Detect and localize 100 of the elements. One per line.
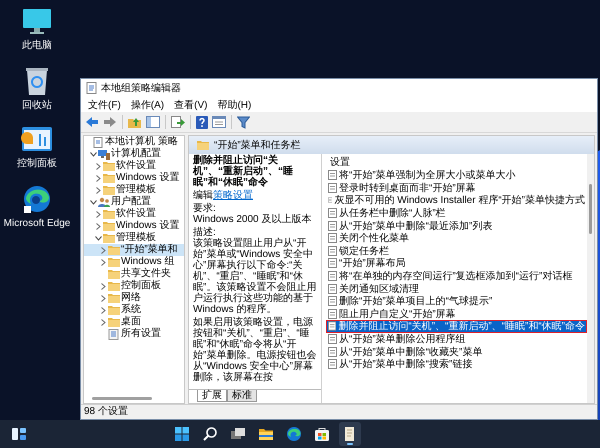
tree-item[interactable]: 管理模板 xyxy=(84,184,184,196)
setting-row[interactable]: 删除“开始”菜单项目上的“气球提示” xyxy=(326,294,587,308)
chevron-right-icon[interactable] xyxy=(101,258,106,266)
menu-item[interactable]: 帮助(H) xyxy=(212,97,256,112)
view-tab[interactable]: 扩展 xyxy=(197,390,227,402)
menu-item[interactable]: 查看(V) xyxy=(169,97,212,112)
tree-item[interactable]: Windows 设置 xyxy=(84,172,184,184)
filter-icon xyxy=(237,116,250,128)
desktop-icon-label[interactable]: Microsoft Edge xyxy=(2,218,72,230)
setting-row[interactable]: 从“开始”菜单删除公用程序组 xyxy=(326,332,587,346)
chevron-right-icon[interactable] xyxy=(96,210,101,218)
status-text: 98 个设置 xyxy=(84,406,128,417)
chevron-right-icon[interactable] xyxy=(101,318,106,326)
chevron-right-icon[interactable] xyxy=(101,306,106,314)
tree-item[interactable]: 所有设置 xyxy=(84,328,184,340)
edge-icon[interactable] xyxy=(286,426,302,442)
chevron-right-icon[interactable] xyxy=(101,294,106,302)
edit-text: 编辑策略设置 xyxy=(193,190,254,201)
tree-item[interactable]: Windows 组 xyxy=(84,256,184,268)
setting-row[interactable]: 锁定任务栏 xyxy=(326,244,587,258)
taskbar-button[interactable] xyxy=(339,422,361,446)
chevron-down-icon[interactable] xyxy=(95,236,102,240)
tree-item[interactable]: 控制面板 xyxy=(84,280,184,292)
menu-item[interactable]: 文件(F) xyxy=(83,97,126,112)
tree-item[interactable]: 共享文件夹 xyxy=(84,268,184,280)
tree-item[interactable]: Windows 设置 xyxy=(84,220,184,232)
chevron-right-icon[interactable] xyxy=(101,282,106,290)
monitor-icon[interactable] xyxy=(22,8,52,36)
pane-icon xyxy=(146,116,160,128)
pane-button[interactable] xyxy=(145,113,161,131)
folder-icon xyxy=(103,233,115,243)
store-icon[interactable] xyxy=(314,426,330,442)
setting-row[interactable]: 阻止用户自定义“开始”屏幕 xyxy=(326,308,587,320)
export-button[interactable] xyxy=(170,113,186,131)
search-icon[interactable] xyxy=(202,426,218,442)
tree-item[interactable]: 系统 xyxy=(84,304,184,316)
policy-icon xyxy=(328,208,337,218)
folder-icon xyxy=(108,257,120,267)
task-view-icon[interactable] xyxy=(230,426,246,442)
setting-row[interactable]: 关闭个性化菜单 xyxy=(326,232,587,245)
horizontal-scrollbar[interactable] xyxy=(92,397,152,400)
chevron-down-icon[interactable] xyxy=(90,152,97,156)
setting-row[interactable]: 删除并阻止访问“关机”、“重新启动”、“睡眠”和“休眠”命令 xyxy=(326,320,587,333)
policy-icon xyxy=(328,220,337,231)
tree-item[interactable]: 用户配置 xyxy=(84,196,184,208)
widgets-icon[interactable] xyxy=(11,426,27,442)
desktop-icon-label[interactable]: 控制面板 xyxy=(2,158,72,170)
folder-icon xyxy=(108,269,120,279)
chevron-right-icon[interactable] xyxy=(101,246,106,254)
tree-item[interactable]: 计算机配置 xyxy=(84,148,184,160)
help-button[interactable] xyxy=(195,113,209,131)
edge-icon[interactable] xyxy=(22,184,52,214)
document-icon xyxy=(86,82,97,94)
description-text: 如果启用该策略设置，电源按钮和“关机”、“重启”、“睡眠”和“休眠”命令将从“开始”菜单删除。电源按钮也会从“Windows 安全中心”屏幕删除，该屏幕在按 xyxy=(193,317,317,383)
tree-item[interactable]: 本地计算机 策略 xyxy=(84,136,184,148)
menu-item[interactable]: 操作(A) xyxy=(126,97,170,112)
policy-icon xyxy=(328,258,337,268)
tree-item[interactable]: 管理模板 xyxy=(84,232,184,244)
desktop-icon-label[interactable]: 回收站 xyxy=(2,100,72,112)
policy-icon xyxy=(328,233,337,244)
policy-settings-link[interactable]: 策略设置 xyxy=(213,190,253,201)
setting-row[interactable]: 从“开始”菜单中删除“收藏夹”菜单 xyxy=(326,345,587,358)
folder-icon[interactable] xyxy=(258,426,274,442)
setting-row[interactable]: “开始”屏幕布局 xyxy=(326,257,587,270)
chevron-right-icon[interactable] xyxy=(96,174,101,182)
policy-icon xyxy=(328,308,337,319)
setting-row[interactable]: 从“开始”菜单中删除“最近添加”列表 xyxy=(326,219,587,232)
setting-row[interactable]: 从“开始”菜单中删除“搜索”链接 xyxy=(326,358,587,370)
properties-icon xyxy=(212,116,226,128)
tree-item[interactable]: “开始”菜单和 xyxy=(84,244,184,256)
folder-title: “开始”菜单和任务栏 xyxy=(214,138,301,152)
tree-item[interactable]: 桌面 xyxy=(84,316,184,328)
view-tab[interactable]: 标准 xyxy=(227,390,257,402)
setting-row[interactable]: 将“开始”菜单强制为全屏大小或菜单大小 xyxy=(326,169,587,182)
desktop-icon-label[interactable]: 此电脑 xyxy=(2,40,72,52)
vertical-scrollbar[interactable] xyxy=(587,154,594,403)
policy-icon xyxy=(328,346,337,357)
tree-item[interactable]: 软件设置 xyxy=(84,160,184,172)
chevron-down-icon[interactable] xyxy=(90,200,97,204)
setting-row[interactable]: 关闭通知区域清理 xyxy=(326,282,587,295)
setting-row[interactable]: 灰显不可用的 Windows Installer 程序“开始”菜单快捷方式 xyxy=(326,194,587,207)
chevron-right-icon[interactable] xyxy=(96,186,101,194)
setting-row[interactable]: 从任务栏中删除“人脉”栏 xyxy=(326,206,587,220)
policy-icon xyxy=(328,182,337,193)
column-header: 设置 xyxy=(329,156,351,169)
control-panel-icon[interactable] xyxy=(21,126,53,154)
setting-row[interactable]: 登录时转到桌面而非“开始”屏幕 xyxy=(326,182,587,194)
windows-logo-icon[interactable] xyxy=(174,426,190,442)
tree-item[interactable]: 网络 xyxy=(84,292,184,304)
setting-row[interactable]: 将“在单独的内存空间运行”复选框添加到“运行”对话框 xyxy=(326,270,587,282)
tree-item[interactable]: 软件设置 xyxy=(84,208,184,220)
folder-icon xyxy=(108,317,120,327)
computer-icon xyxy=(98,148,110,160)
policy-title: 删除并阻止访问“关机”、“重新启动”、“睡眠”和“休眠”命令 xyxy=(193,155,294,188)
properties-button[interactable] xyxy=(211,113,227,131)
requirement-text: Windows 2000 及以上版本 xyxy=(193,214,312,225)
chevron-right-icon[interactable] xyxy=(96,222,101,230)
description-text: 该策略设置阻止用户从“开始”菜单或“Windows 安全中心”屏幕执行以下命令:“关机”、“重启”、“睡眠”和“休眠”。该策略设置不会阻止用户运行执行这些功能的基于 Windows 的程序。 xyxy=(193,238,317,315)
chevron-right-icon[interactable] xyxy=(96,162,101,170)
users-icon xyxy=(98,196,110,208)
